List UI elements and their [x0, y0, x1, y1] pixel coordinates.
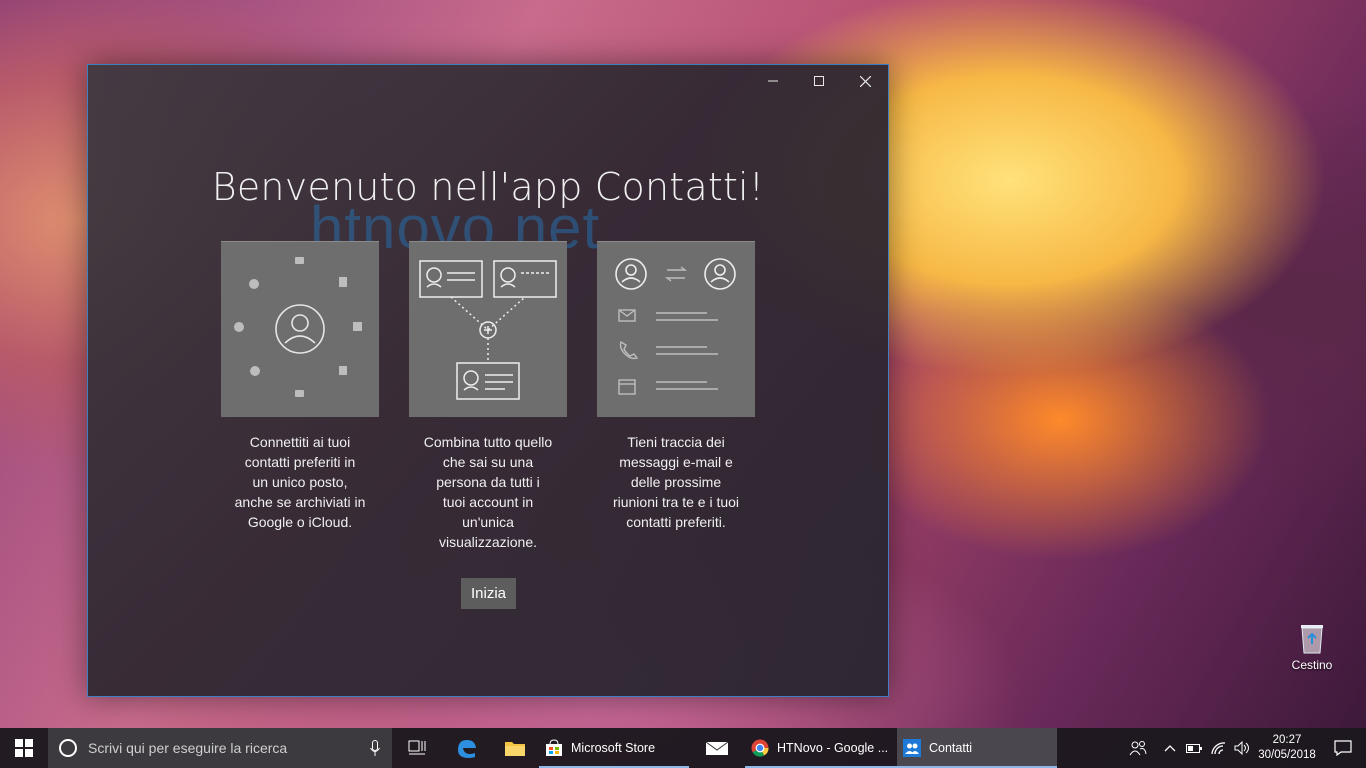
minimize-button[interactable]: [750, 65, 796, 97]
task-view-icon: [408, 740, 425, 755]
clock[interactable]: 20:27 30/05/2018: [1254, 733, 1320, 763]
clock-time: 20:27: [1272, 734, 1302, 746]
edge-icon: [457, 740, 476, 758]
contacts-sources-icon: [221, 241, 379, 417]
windows-logo-icon: [15, 739, 33, 757]
recycle-bin-icon: [1297, 622, 1327, 654]
taskbar-app-mail[interactable]: [689, 728, 745, 768]
taskbar-app-label: Contatti: [929, 741, 973, 755]
battery-button[interactable]: [1182, 728, 1206, 768]
start-button[interactable]: Inizia: [461, 578, 516, 609]
feature-card-track: Tieni traccia dei messaggi e-mail e dell…: [597, 241, 755, 532]
feature-card-combine: Combina tutto quello che sai su una pers…: [409, 241, 567, 552]
merge-contacts-icon: [409, 241, 567, 417]
taskbar-app-store[interactable]: Microsoft Store: [539, 728, 689, 768]
taskbar-app-label: HTNovo - Google ...: [777, 741, 889, 755]
feature-text: Combina tutto quello che sai su una pers…: [423, 434, 553, 550]
people-icon: [903, 739, 921, 757]
recycle-bin-label: Cestino: [1291, 658, 1333, 672]
taskbar-app-contacts[interactable]: Contatti: [897, 728, 1057, 768]
edge-button[interactable]: [441, 728, 490, 768]
people-bar-button[interactable]: [1118, 728, 1158, 768]
start-menu-button[interactable]: [0, 728, 48, 768]
taskbar: Scrivi qui per eseguire la ricerca Micro…: [0, 728, 1366, 768]
feature-text: Tieni traccia dei messaggi e-mail e dell…: [612, 434, 740, 530]
maximize-button[interactable]: [796, 65, 842, 97]
close-button[interactable]: [842, 65, 888, 97]
action-center-button[interactable]: [1320, 728, 1366, 768]
file-explorer-button[interactable]: [490, 728, 539, 768]
speaker-icon: [1234, 741, 1249, 755]
title-bar: [750, 65, 888, 97]
feature-text: Connettiti ai tuoi contatti preferiti in…: [234, 434, 366, 530]
cortana-icon: [59, 739, 77, 757]
close-icon: [859, 75, 871, 87]
chevron-up-icon: [1164, 745, 1176, 752]
maximize-icon: [814, 76, 824, 86]
wifi-button[interactable]: [1206, 728, 1230, 768]
taskbar-app-label: Microsoft Store: [571, 741, 656, 755]
recycle-bin-desktop-icon[interactable]: Cestino: [1283, 622, 1341, 672]
folder-icon: [504, 742, 525, 756]
contacts-app-window: Benvenuto nell'app Contatti! htnovo.net: [87, 64, 889, 697]
microphone-icon[interactable]: [358, 740, 392, 756]
clock-date: 30/05/2018: [1258, 749, 1316, 761]
notification-icon: [1334, 740, 1352, 756]
taskbar-app-chrome[interactable]: HTNovo - Google ...: [745, 728, 897, 768]
mail-icon: [705, 741, 729, 755]
system-tray: 20:27 30/05/2018: [1118, 728, 1366, 768]
minimize-icon: [768, 80, 778, 82]
task-view-button[interactable]: [392, 728, 441, 768]
show-hidden-icons-button[interactable]: [1158, 728, 1182, 768]
wifi-icon: [1211, 742, 1226, 755]
store-icon: [546, 739, 562, 756]
contact-details-icon: [597, 241, 755, 417]
chrome-icon: [751, 739, 769, 757]
search-placeholder: Scrivi qui per eseguire la ricerca: [88, 740, 288, 756]
people-bar-icon: [1129, 741, 1147, 756]
search-box[interactable]: Scrivi qui per eseguire la ricerca: [48, 728, 392, 768]
volume-button[interactable]: [1230, 728, 1254, 768]
battery-icon: [1186, 744, 1202, 753]
feature-card-connect: Connettiti ai tuoi contatti preferiti in…: [221, 241, 379, 532]
